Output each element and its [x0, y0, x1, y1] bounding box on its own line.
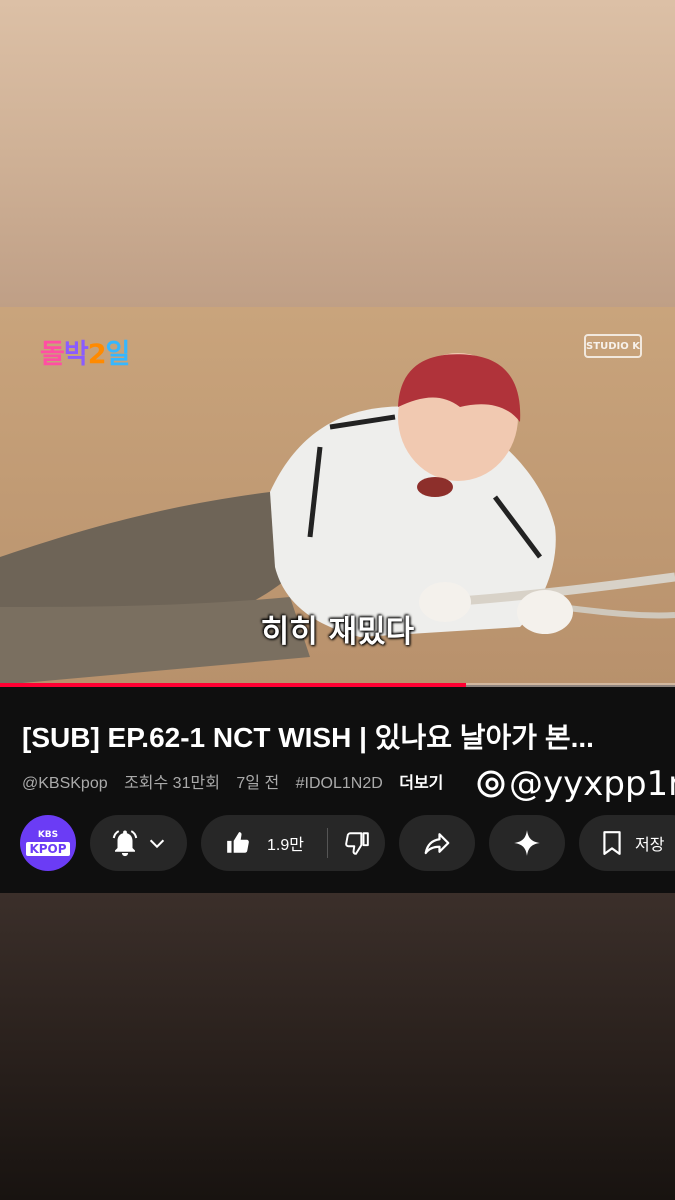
like-dislike-group: 1.9만	[201, 815, 385, 871]
chevron-down-icon	[149, 839, 164, 849]
video-title[interactable]: [SUB] EP.62-1 NCT WISH | 있나요 날아가 본...	[22, 716, 662, 756]
save-button[interactable]: 저장	[579, 815, 675, 871]
show-logo: 돌박2일	[40, 332, 130, 371]
like-button[interactable]: 1.9만	[201, 830, 327, 856]
ask-ai-button[interactable]	[489, 815, 565, 871]
avatar-line2: KPOP	[26, 841, 70, 856]
thumbs-up-icon	[227, 832, 249, 853]
like-count: 1.9만	[267, 837, 304, 854]
story-background-bottom	[0, 893, 675, 1200]
view-count: 조회수 31만회	[124, 775, 220, 792]
thumbs-down-icon	[344, 832, 369, 855]
channel-avatar[interactable]: KBS KPOP	[20, 815, 76, 871]
share-button[interactable]	[399, 815, 475, 871]
threads-icon	[477, 770, 505, 798]
notification-button[interactable]	[90, 815, 187, 871]
upload-age: 7일 전	[236, 775, 280, 792]
avatar-line1: KBS	[37, 829, 59, 840]
save-label: 저장	[635, 837, 665, 854]
studio-logo: STUDIO K	[584, 334, 642, 358]
show-logo-char: 일	[105, 339, 130, 370]
bell-icon	[112, 830, 137, 857]
dislike-button[interactable]	[328, 830, 385, 856]
channel-handle[interactable]: @KBSKpop	[22, 775, 108, 792]
share-icon	[424, 833, 450, 855]
watermark-handle: @yyxpp1n	[509, 764, 675, 804]
show-logo-char: 2	[87, 339, 107, 370]
bookmark-icon	[603, 831, 621, 855]
video-subtitle: 히히 재밌다	[260, 614, 415, 650]
hashtag-link[interactable]: #IDOL1N2D	[296, 775, 383, 792]
more-button[interactable]: 더보기	[399, 775, 443, 792]
story-background-top	[0, 0, 675, 307]
show-logo-char: 돌	[40, 339, 65, 370]
video-meta[interactable]: @KBSKpop 조회수 31만회 7일 전 #IDOL1N2D 더보기	[22, 769, 455, 793]
watermark: @yyxpp1n	[476, 764, 675, 804]
sparkle-icon	[514, 830, 540, 856]
show-logo-char: 박	[63, 339, 89, 370]
